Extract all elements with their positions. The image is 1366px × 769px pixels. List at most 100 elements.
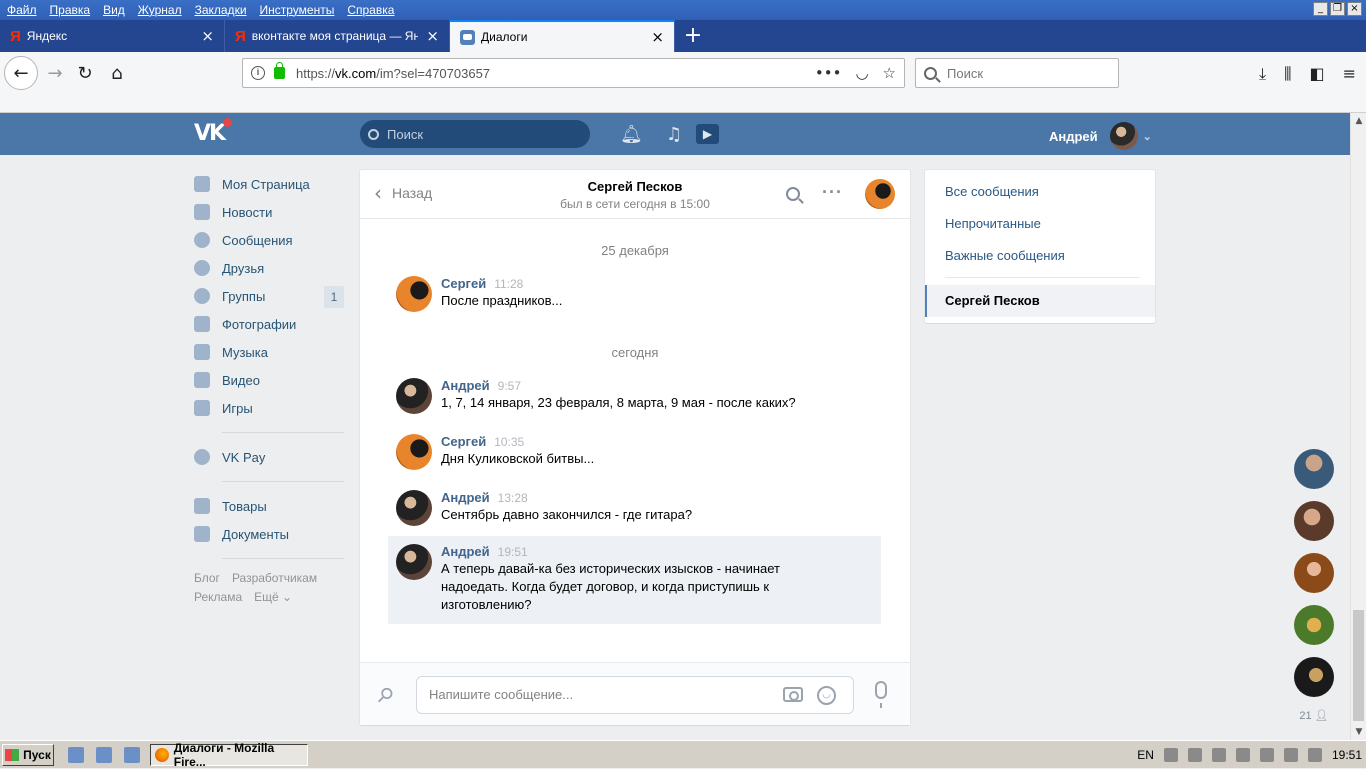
skype-icon[interactable] (1235, 748, 1250, 762)
volume-icon[interactable] (1307, 748, 1322, 762)
sidebar-item-news[interactable]: Новости (194, 198, 344, 226)
avatar[interactable] (1294, 553, 1334, 593)
user-menu[interactable]: Андрей ⌄ (1049, 122, 1152, 150)
restore-icon[interactable]: ❐ (1330, 2, 1345, 16)
media-player-icon[interactable] (96, 746, 112, 763)
avatar[interactable] (396, 378, 432, 414)
taskbar-window-firefox[interactable]: Диалоги - Mozilla Fire... (150, 741, 308, 769)
back-button[interactable]: ← (4, 56, 38, 90)
folder-icon[interactable] (68, 746, 84, 763)
video-play-icon[interactable]: ▶ (696, 124, 719, 144)
divider (945, 277, 1140, 278)
library-icon[interactable]: ⫼ (1284, 64, 1291, 84)
flag-icon[interactable] (1163, 748, 1178, 762)
new-tab-button[interactable]: + (675, 20, 711, 52)
sidebar-item-messages[interactable]: Сообщения (194, 226, 344, 254)
tab-dialogs[interactable]: Диалоги × (450, 20, 675, 52)
menu-tools[interactable]: Инструменты (260, 3, 335, 17)
avatar[interactable] (865, 179, 895, 209)
online-count[interactable]: 21 👤︎ (1294, 709, 1334, 722)
music-icon[interactable]: ♫ (666, 124, 682, 145)
menu-bookmarks[interactable]: Закладки (195, 3, 247, 17)
vk-logo[interactable]: VK (194, 118, 233, 146)
footer-link-blog[interactable]: Блог (194, 571, 220, 585)
message-author[interactable]: Сергей (441, 434, 486, 449)
clock[interactable]: 19:51 (1332, 748, 1362, 762)
sidebar-item-friends[interactable]: Друзья (194, 254, 344, 282)
avatar[interactable] (1294, 501, 1334, 541)
avatar[interactable] (1294, 449, 1334, 489)
speaker-icon[interactable] (1211, 748, 1226, 762)
footer-link-developers[interactable]: Разработчикам (232, 571, 317, 585)
message-author[interactable]: Сергей (441, 276, 486, 291)
avatar[interactable] (396, 434, 432, 470)
avatar[interactable] (396, 544, 432, 580)
sidebar-item-vkpay[interactable]: VK Pay (194, 443, 344, 471)
camera-icon[interactable] (783, 687, 803, 702)
attach-icon[interactable]: ⚲ (372, 681, 399, 708)
info-icon[interactable]: i (251, 66, 265, 80)
reload-button[interactable]: ↻ (70, 58, 100, 88)
network-icon[interactable] (1283, 748, 1298, 762)
sidebar-item-my-page[interactable]: Моя Страница (194, 170, 344, 198)
tab-close-icon[interactable]: × (426, 27, 439, 45)
emoji-icon[interactable]: ◡ (817, 686, 836, 705)
close-window-icon[interactable]: × (1347, 2, 1362, 16)
tab-yandex[interactable]: Я Яндекс × (0, 20, 225, 52)
avatar[interactable] (396, 490, 432, 526)
ie-icon[interactable] (124, 746, 140, 763)
browser-search-field[interactable]: Поиск (915, 58, 1119, 88)
forward-button[interactable]: → (40, 58, 70, 88)
more-icon[interactable]: ··· (822, 182, 843, 203)
tab-vk-search[interactable]: Я вконтакте моя страница — Янде × (225, 20, 450, 52)
language-indicator[interactable]: EN (1137, 748, 1154, 762)
sidebar-item-goods[interactable]: Товары (194, 492, 344, 520)
url-bar[interactable]: i https://vk.com/im?sel=470703657 ••• ◡ … (242, 58, 905, 88)
minimize-icon[interactable]: _ (1313, 2, 1328, 16)
antivirus-icon[interactable] (1259, 748, 1274, 762)
scroll-up-icon[interactable]: ▲ (1351, 113, 1366, 129)
avatar[interactable] (396, 276, 432, 312)
message-author[interactable]: Андрей (441, 378, 490, 393)
sidebar-item-photos[interactable]: Фотографии (194, 310, 344, 338)
bookmark-star-icon[interactable]: ☆ (883, 64, 896, 82)
microphone-icon[interactable] (875, 681, 887, 708)
footer-link-ads[interactable]: Реклама (194, 590, 242, 604)
scroll-thumb[interactable] (1353, 610, 1364, 721)
menu-view[interactable]: Вид (103, 3, 125, 17)
start-button[interactable]: Пуск (2, 743, 54, 766)
tab-close-icon[interactable]: × (201, 27, 214, 45)
date-separator: сегодня (611, 345, 659, 360)
page-actions-icon[interactable]: ••• (815, 64, 842, 82)
sidebar-item-video[interactable]: Видео (194, 366, 344, 394)
message-author[interactable]: Андрей (441, 544, 490, 559)
sidebar-item-music[interactable]: Музыка (194, 338, 344, 366)
menu-edit[interactable]: Правка (50, 3, 91, 17)
link-all-messages[interactable]: Все сообщения (945, 184, 1039, 199)
sidebar-item-documents[interactable]: Документы (194, 520, 344, 548)
downloads-icon[interactable]: ⤓ (1259, 64, 1266, 84)
scroll-down-icon[interactable]: ▼ (1351, 724, 1366, 740)
menu-help[interactable]: Справка (347, 3, 394, 17)
avatar[interactable] (1294, 605, 1334, 645)
menu-history[interactable]: Журнал (138, 3, 182, 17)
vk-search-input[interactable]: Поиск (360, 120, 590, 148)
link-unread[interactable]: Непрочитанные (945, 216, 1041, 231)
footer-link-more[interactable]: Ещё ⌄ (254, 590, 292, 604)
home-button[interactable]: ⌂ (102, 58, 132, 88)
menu-file[interactable]: Файл (7, 3, 37, 17)
link-important[interactable]: Важные сообщения (945, 248, 1065, 263)
bluetooth-icon[interactable] (1187, 748, 1202, 762)
menu-icon[interactable]: ≡ (1343, 64, 1356, 84)
sidebar-item-games[interactable]: Игры (194, 394, 344, 422)
tab-close-icon[interactable]: × (651, 28, 664, 46)
message-author[interactable]: Андрей (441, 490, 490, 505)
bell-icon[interactable]: 🔔︎ (620, 124, 643, 145)
selected-dialog[interactable]: Сергей Песков (925, 285, 1155, 317)
avatar[interactable] (1294, 657, 1334, 697)
sidebar-item-groups[interactable]: Группы 1 (194, 282, 344, 310)
search-icon[interactable] (786, 187, 800, 201)
sidebar-icon[interactable]: ◧ (1309, 64, 1324, 84)
page-scrollbar[interactable]: ▲ ▼ (1350, 113, 1366, 740)
pocket-icon[interactable]: ◡ (855, 64, 868, 82)
